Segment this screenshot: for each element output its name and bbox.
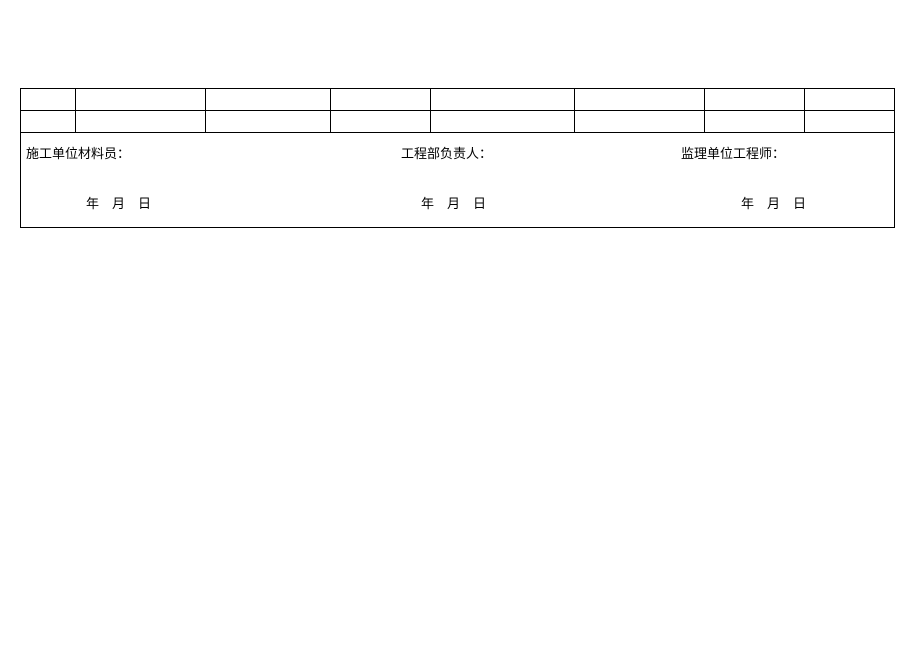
cell — [21, 111, 76, 133]
cell — [75, 89, 205, 111]
cell — [575, 111, 705, 133]
table-row — [21, 89, 895, 111]
cell — [430, 111, 575, 133]
date-field-2: 年 月 日 — [421, 193, 486, 212]
cell — [21, 89, 76, 111]
signature-section: 施工单位材料员： 工程部负责人： 监理单位工程师： 年 月 日 年 月 日 年 … — [20, 133, 895, 228]
cell — [705, 111, 805, 133]
signature-role-2: 工程部负责人： — [401, 143, 492, 162]
cell — [575, 89, 705, 111]
cell — [75, 111, 205, 133]
table-row — [21, 111, 895, 133]
cell — [805, 111, 895, 133]
date-field-3: 年 月 日 — [741, 193, 806, 212]
cell — [205, 111, 330, 133]
cell — [805, 89, 895, 111]
form-container: 施工单位材料员： 工程部负责人： 监理单位工程师： 年 月 日 年 月 日 年 … — [20, 88, 895, 228]
signature-role-3: 监理单位工程师： — [681, 143, 785, 162]
data-table — [20, 88, 895, 133]
cell — [705, 89, 805, 111]
cell — [330, 89, 430, 111]
cell — [330, 111, 430, 133]
date-field-1: 年 月 日 — [86, 193, 151, 212]
signature-role-1: 施工单位材料员： — [26, 143, 130, 162]
cell — [430, 89, 575, 111]
cell — [205, 89, 330, 111]
